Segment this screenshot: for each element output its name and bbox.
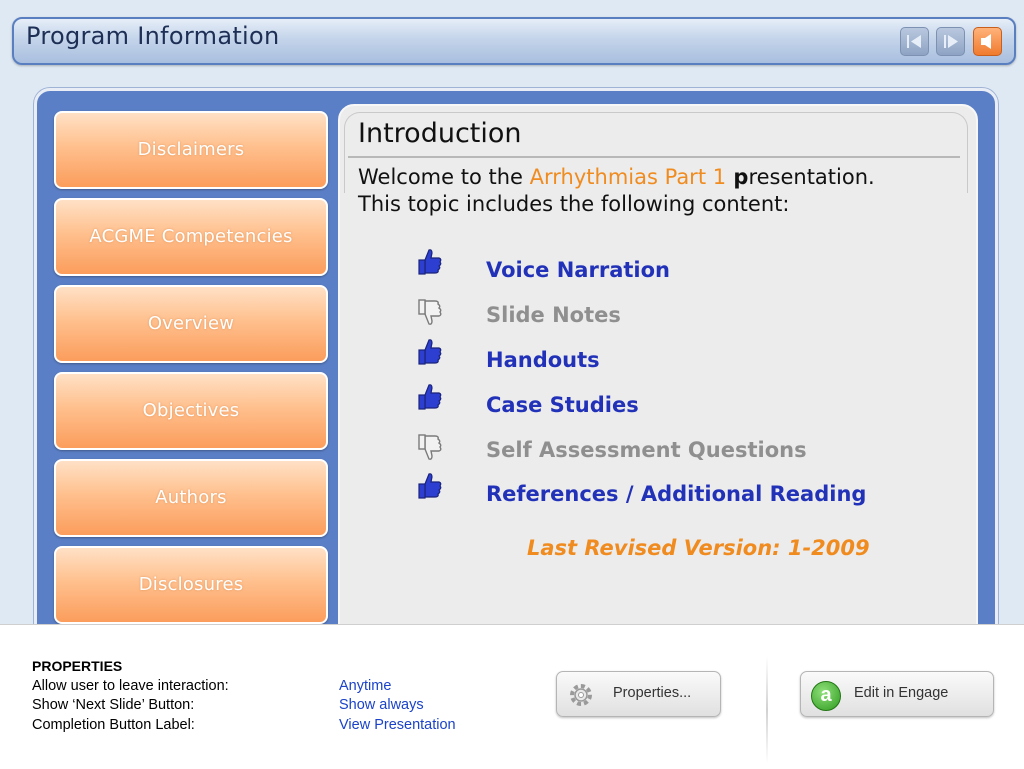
sidebar-item-disclosures[interactable]: Disclosures [54, 546, 328, 624]
welcome-line-2: This topic includes the following conten… [358, 192, 790, 216]
property-label-leave-interaction: Allow user to leave interaction: [32, 678, 229, 694]
sidebar-item-overview[interactable]: Overview [54, 285, 328, 363]
thumbs-down-icon [418, 434, 442, 460]
properties-button-label: Properties... [613, 685, 692, 701]
property-label-next-slide-button: Show ‘Next Slide’ Button: [32, 697, 195, 713]
property-value-leave-interaction: Anytime [339, 678, 392, 694]
prev-slide-icon [907, 35, 921, 48]
sidebar-item-disclaimers[interactable]: Disclaimers [54, 111, 328, 189]
edit-in-engage-label: Edit in Engage [854, 685, 949, 701]
sidebar-item-acgme-competencies[interactable]: ACGME Competencies [54, 198, 328, 276]
content-item-voice-narration: Voice Narration [486, 258, 670, 282]
content-item-self-assessment-questions: Self Assessment Questions [486, 438, 807, 462]
audio-button[interactable] [973, 27, 1002, 56]
edit-in-engage-button[interactable]: a Edit in Engage [800, 671, 994, 717]
last-revised-label: Last Revised Version: 1-2009 [527, 536, 870, 560]
content-item-slide-notes: Slide Notes [486, 303, 621, 327]
property-label-completion-button: Completion Button Label: [32, 717, 195, 733]
next-slide-icon [944, 35, 958, 48]
audio-icon [981, 34, 991, 49]
properties-button[interactable]: Properties... [556, 671, 721, 717]
welcome-bold-letter: p [726, 165, 749, 189]
engage-logo-icon: a [811, 681, 841, 711]
thumbs-up-icon [418, 473, 442, 499]
next-slide-button[interactable] [936, 27, 965, 56]
thumbs-down-icon [418, 299, 442, 325]
content-item-handouts: Handouts [486, 348, 600, 372]
sidebar-item-objectives[interactable]: Objectives [54, 372, 328, 450]
content-item-case-studies: Case Studies [486, 393, 639, 417]
welcome-pre: Welcome to the [358, 165, 530, 189]
prev-slide-button[interactable] [900, 27, 929, 56]
welcome-text: Welcome to the Arrhythmias Part 1 presen… [358, 164, 875, 218]
property-value-next-slide-button: Show always [339, 697, 424, 713]
content-title: Introduction [358, 118, 522, 149]
properties-title: PROPERTIES [32, 658, 123, 674]
title-divider [348, 156, 960, 158]
panel-divider [766, 656, 768, 764]
gear-icon [570, 684, 592, 706]
presentation-name: Arrhythmias Part 1 [529, 165, 727, 189]
content-item-references: References / Additional Reading [486, 482, 867, 506]
page-title: Program Information [26, 22, 280, 50]
thumbs-up-icon [418, 249, 442, 275]
sidebar-item-authors[interactable]: Authors [54, 459, 328, 537]
thumbs-up-icon [418, 339, 442, 365]
thumbs-up-icon [418, 384, 442, 410]
property-value-completion-button: View Presentation [339, 717, 456, 733]
welcome-post: resentation. [748, 165, 875, 189]
